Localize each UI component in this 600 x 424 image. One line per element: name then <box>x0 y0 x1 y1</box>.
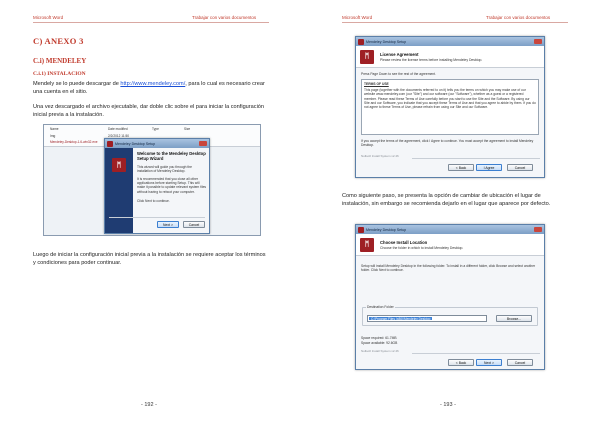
header-rule <box>33 22 269 23</box>
agree-button[interactable]: I Agree <box>476 164 502 171</box>
welcome-text-3: Click Next to continue. <box>137 199 170 203</box>
license-footer-rule <box>412 158 540 159</box>
mendeley-banner-logo-icon: ᛗ <box>360 237 374 252</box>
col-date: Date modified <box>108 127 128 131</box>
page-number-right: - 193 - <box>440 402 456 408</box>
space-required: Space required: 61.7MB <box>361 336 397 340</box>
destination-folder-input[interactable]: C:\Program Files (x86)\Mendeley Desktop <box>367 315 487 322</box>
license-window: Mendeley Desktop Setup ᛗ License Agreeme… <box>355 36 545 178</box>
mendeley-large-logo-icon: ᛗ <box>112 158 126 172</box>
heading-mendeley: C.i) MENDELEY <box>33 57 87 65</box>
cancel-button[interactable]: Cancel <box>507 359 533 366</box>
close-icon[interactable] <box>199 141 207 146</box>
header-left: Microsoft Word <box>33 15 64 20</box>
license-window-title: Mendeley Desktop Setup <box>366 39 407 44</box>
license-title: License Agreement <box>380 51 419 57</box>
file-row-installer[interactable]: Mendeley-Desktop-1.6-win32.exe <box>50 140 97 144</box>
screenshot-welcome: Name Date modified Type Size Img 2/2/201… <box>43 124 261 236</box>
para-executable: Una vez descargado el archivo ejecutable… <box>33 104 265 118</box>
location-title: Choose Install Location <box>380 239 428 245</box>
destination-label: Destination Folder <box>366 305 395 310</box>
header-rule-2 <box>342 22 568 23</box>
right-page: Microsoft Word Trabajar con varios docum… <box>300 0 600 424</box>
license-titlebar: Mendeley Desktop Setup <box>356 37 544 46</box>
location-body: Setup will install Mendeley Desktop in t… <box>361 264 536 273</box>
license-instruction: Press Page Down to see the rest of the a… <box>361 72 436 76</box>
welcome-window: Mendeley Desktop Setup ᛗ Welcome to the … <box>104 138 210 234</box>
space-available: Space available: 92.6GB <box>361 341 398 345</box>
mendeley-logo-icon <box>358 38 364 45</box>
location-titlebar: Mendeley Desktop Setup <box>356 225 544 234</box>
header-right: Trabajar con varios documentos <box>192 15 257 20</box>
mendeley-link[interactable]: http://www.mendeley.com/ <box>120 81 185 87</box>
next-button[interactable]: Next > <box>157 221 179 228</box>
file-row-img[interactable]: Img <box>50 134 55 138</box>
mendeley-logo-icon <box>107 140 113 147</box>
col-type: Type <box>152 127 159 131</box>
mendeley-logo-icon <box>358 226 364 233</box>
destination-folder-value: C:\Program Files (x86)\Mendeley Desktop <box>369 316 433 321</box>
browse-button[interactable]: Browse... <box>496 315 532 322</box>
header-left-2: Microsoft Word <box>342 15 373 20</box>
mendeley-banner-logo-icon: ᛗ <box>360 49 374 64</box>
welcome-footer-rule <box>109 217 205 218</box>
para-download: Mendely se lo puede descargar de http://… <box>33 81 269 96</box>
para-terms: Luego de iniciar la configuración inicia… <box>33 252 266 266</box>
location-window: Mendeley Desktop Setup ᛗ Choose Install … <box>355 224 545 370</box>
welcome-text-2: It is recommended that you close all oth… <box>137 177 207 194</box>
heading-anexo: C) ANEXO 3 <box>33 36 84 46</box>
close-icon[interactable] <box>534 39 542 44</box>
header-right-2: Trabajar con varios documentos <box>486 15 551 20</box>
back-button[interactable]: < Back <box>448 164 474 171</box>
license-heading-group: License Agreement Please review the lice… <box>380 52 482 62</box>
col-name: Name <box>50 127 59 131</box>
license-banner: ᛗ License Agreement Please review the li… <box>356 46 544 68</box>
heading-instalacion: C.i.1) INSTALACION <box>33 71 86 77</box>
para-location: Como siguiente paso, se presenta la opci… <box>342 193 551 207</box>
tos-heading: TERMS OF USE <box>364 82 389 86</box>
license-subtitle: Please review the license terms before i… <box>380 57 483 62</box>
nsis-label: Nullsoft Install System v2.46 <box>361 154 399 158</box>
cancel-button[interactable]: Cancel <box>507 164 533 171</box>
tos-body: This page (together with the documents r… <box>364 88 536 110</box>
location-heading-group: Choose Install Location Choose the folde… <box>380 240 463 250</box>
location-window-title: Mendeley Desktop Setup <box>366 227 407 232</box>
close-icon[interactable] <box>534 227 542 232</box>
welcome-title: Welcome to the Mendeley Desktop Setup Wi… <box>137 151 206 161</box>
accept-instruction: If you accept the terms of the agreement… <box>361 139 534 148</box>
welcome-window-title: Mendeley Desktop Setup <box>115 141 156 146</box>
license-text-box[interactable]: TERMS OF USE This page (together with th… <box>361 79 539 135</box>
left-page: Microsoft Word Trabajar con varios docum… <box>0 0 300 424</box>
destination-group: Destination Folder C:\Program Files (x86… <box>362 305 538 326</box>
col-size: Size <box>184 127 191 131</box>
welcome-text-1: This wizard will guide you through the i… <box>137 165 192 174</box>
para-download-text: Mendely se lo puede descargar de <box>33 81 121 87</box>
page-number-left: - 192 - <box>141 402 157 408</box>
location-banner: ᛗ Choose Install Location Choose the fol… <box>356 234 544 256</box>
cancel-button[interactable]: Cancel <box>183 221 205 228</box>
location-subtitle: Choose the folder in which to install Me… <box>380 245 464 250</box>
wizard-side-banner: ᛗ <box>105 148 133 233</box>
nsis-label: Nullsoft Install System v2.46 <box>361 349 399 353</box>
location-footer-rule <box>412 353 540 354</box>
next-button[interactable]: Next > <box>476 359 502 366</box>
welcome-titlebar: Mendeley Desktop Setup <box>105 139 209 148</box>
back-button[interactable]: < Back <box>448 359 474 366</box>
